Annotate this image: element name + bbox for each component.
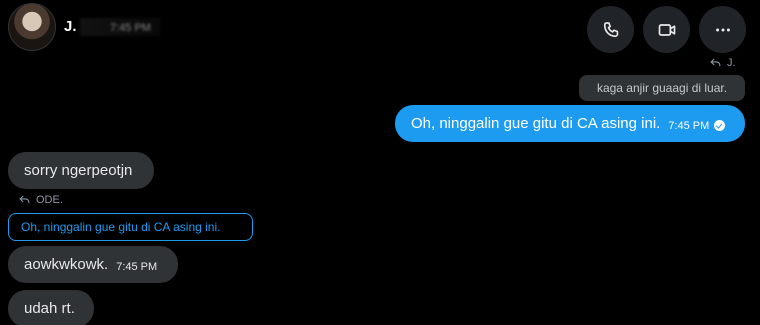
video-icon bbox=[658, 23, 675, 36]
sent-message[interactable]: Oh, ninggalin gue gitu di CA asing ini. … bbox=[395, 105, 745, 142]
read-check-icon bbox=[714, 120, 726, 131]
reply-icon bbox=[19, 195, 30, 204]
phone-icon bbox=[603, 21, 618, 37]
received-message[interactable]: sorry ngerpeotjn bbox=[8, 152, 154, 189]
more-options-button[interactable] bbox=[699, 6, 746, 53]
message-text: sorry ngerpeotjn bbox=[24, 162, 133, 179]
received-message[interactable]: aowkwkowk. 7:45 PM bbox=[8, 246, 178, 283]
reply-to-name: ODE. bbox=[36, 193, 63, 206]
quoted-message[interactable]: Oh, ninggalin gue gitu di CA asing ini. bbox=[8, 213, 253, 241]
conversation-header: J. 7:45 PM bbox=[0, 0, 760, 53]
reply-reference: ODE. bbox=[18, 193, 63, 206]
avatar[interactable] bbox=[8, 3, 56, 51]
received-message[interactable]: udah rt. bbox=[8, 290, 94, 325]
quoted-message[interactable]: kaga anjir guaagi di luar. bbox=[579, 75, 745, 101]
message-time: 7:45 PM bbox=[668, 119, 710, 132]
message-text: aowkwkowk. bbox=[24, 256, 109, 273]
call-button[interactable] bbox=[587, 6, 634, 53]
reply-to-name: J. bbox=[727, 56, 736, 69]
video-call-button[interactable] bbox=[643, 6, 690, 53]
reply-reference: J. bbox=[709, 56, 736, 69]
header-timestamp: 7:45 PM bbox=[80, 18, 160, 36]
contact-name[interactable]: J. bbox=[64, 18, 77, 35]
reply-icon bbox=[710, 58, 721, 67]
message-text: udah rt. bbox=[24, 300, 75, 317]
message-text: Oh, ninggalin gue gitu di CA asing ini. bbox=[411, 115, 661, 132]
message-time: 7:45 PM bbox=[116, 260, 158, 273]
more-icon bbox=[715, 28, 730, 31]
